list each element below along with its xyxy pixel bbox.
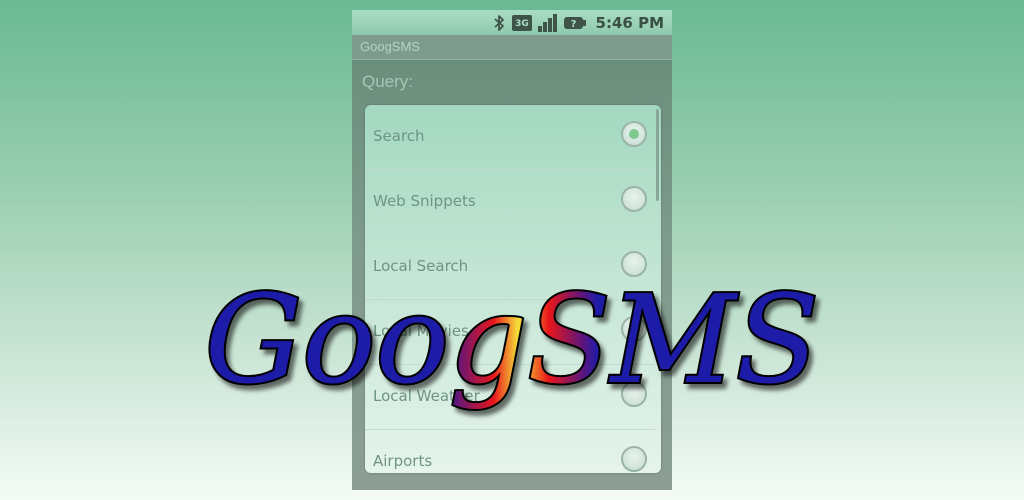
phone-screen: 3G ? 5:46 PM GoogSMS Query: Search Web S… (352, 10, 672, 490)
status-bar: 3G ? 5:46 PM (352, 10, 672, 35)
query-type-dialog: Search Web Snippets Local Search Local M… (365, 105, 661, 473)
dialog-scrollbar[interactable] (656, 109, 659, 201)
option-list: Search Web Snippets Local Search Local M… (365, 105, 655, 473)
app-title-bar: GoogSMS (352, 35, 672, 60)
radio-button-selected[interactable] (621, 121, 647, 147)
radio-button[interactable] (621, 446, 647, 472)
option-label: Local Search (373, 257, 469, 275)
status-time: 5:46 PM (595, 13, 664, 32)
svg-text:?: ? (570, 19, 576, 30)
option-label: Search (373, 127, 425, 145)
option-row-web-snippets[interactable]: Web Snippets (365, 170, 655, 235)
signal-icon (537, 13, 558, 32)
app-title: GoogSMS (360, 39, 420, 54)
radio-button[interactable] (621, 316, 647, 342)
radio-button[interactable] (621, 186, 647, 212)
status-icons: 3G ? 5:46 PM (492, 10, 664, 35)
option-row-airports[interactable]: Airports (365, 430, 655, 473)
option-row-local-search[interactable]: Local Search (365, 235, 655, 300)
option-label: Local Movies (373, 322, 469, 340)
option-label: Web Snippets (373, 192, 476, 210)
option-label: Local Weather (373, 387, 480, 405)
option-row-local-weather[interactable]: Local Weather (365, 365, 655, 430)
query-label: Query: (362, 72, 414, 91)
bluetooth-icon (492, 14, 506, 32)
radio-button[interactable] (621, 251, 647, 277)
3g-icon: 3G (511, 14, 532, 32)
radio-button[interactable] (621, 381, 647, 407)
network-label: 3G (515, 19, 529, 29)
option-row-local-movies[interactable]: Local Movies (365, 300, 655, 365)
option-label: Airports (373, 452, 433, 470)
battery-unknown-icon: ? (563, 14, 586, 32)
option-row-search[interactable]: Search (365, 105, 655, 170)
